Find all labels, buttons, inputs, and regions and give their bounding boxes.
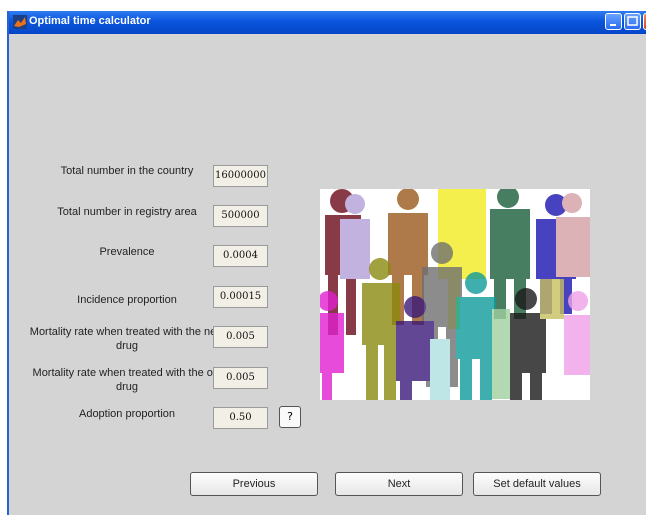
prevalence-field[interactable]: 0.0004	[213, 245, 268, 267]
label-prevalence: Prevalence	[99, 246, 155, 258]
minimize-icon	[610, 24, 616, 26]
set-default-values-button[interactable]: Set default values	[473, 472, 601, 496]
maximize-icon	[627, 16, 638, 26]
incidence-field[interactable]: 0.00015	[213, 286, 268, 308]
mortality-new-field[interactable]: 0.005	[213, 326, 268, 348]
label-total-registry: Total number in registry area	[57, 206, 197, 218]
help-button[interactable]: ?	[279, 406, 301, 428]
people-illustration	[320, 189, 590, 400]
minimize-button[interactable]	[605, 13, 622, 30]
title-bar[interactable]: Optimal time calculator	[9, 11, 646, 34]
mortality-old-field[interactable]: 0.005	[213, 367, 268, 389]
label-adoption: Adoption proportion	[78, 408, 175, 420]
previous-button[interactable]: Previous	[190, 472, 318, 496]
window-title: Optimal time calculator	[29, 15, 151, 27]
app-icon	[13, 15, 27, 29]
app-window: Optimal time calculator Total number in …	[7, 11, 646, 515]
adoption-field[interactable]: 0.50	[213, 407, 268, 429]
label-total-country: Total number in the country	[60, 165, 194, 177]
label-incidence: Incidence proportion	[77, 294, 177, 306]
total-registry-field[interactable]: 500000	[213, 205, 268, 227]
next-button[interactable]: Next	[335, 472, 463, 496]
label-mortality-old: Mortality rate when treated with the old…	[32, 367, 222, 393]
total-country-field[interactable]: 16000000	[213, 165, 268, 187]
crowd-icon	[320, 189, 590, 400]
maximize-button[interactable]	[624, 13, 641, 30]
label-mortality-new: Mortality rate when treated with the new…	[29, 326, 225, 352]
